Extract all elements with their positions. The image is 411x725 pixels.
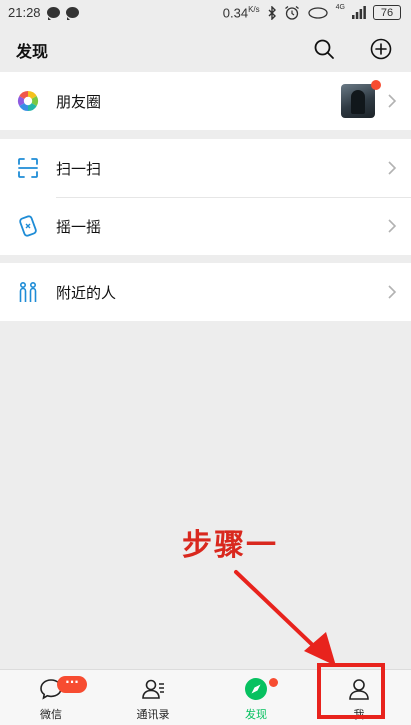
chevron-right-icon	[388, 285, 397, 299]
nearby-people-icon	[19, 281, 37, 302]
scan-icon	[18, 158, 38, 178]
moments-label: 朋友圈	[56, 93, 102, 111]
new-moments-dot	[371, 80, 381, 90]
message-notification-icon	[65, 7, 79, 20]
status-bar: 21:28 0.34K/s 4G 76	[0, 0, 411, 26]
tab-contacts[interactable]: 通讯录	[102, 670, 204, 725]
discover-notification-dot	[269, 678, 278, 687]
chevron-right-icon	[388, 161, 397, 175]
row-scan[interactable]: 扫一扫	[0, 139, 411, 197]
tab-me-highlight	[317, 663, 385, 719]
row-nearby-people[interactable]: 附近的人	[0, 263, 411, 321]
row-moments[interactable]: 朋友圈	[0, 72, 411, 130]
network-speed: 0.34K/s	[222, 5, 260, 21]
bluetooth-icon	[268, 5, 276, 20]
contacts-icon	[142, 679, 164, 699]
status-time: 21:28	[8, 5, 41, 20]
chevron-right-icon	[388, 94, 397, 108]
scan-label: 扫一扫	[56, 160, 102, 178]
tab-contacts-label: 通讯录	[136, 708, 170, 721]
nearby-group: 附近的人	[0, 263, 411, 321]
search-icon[interactable]	[312, 37, 336, 61]
moments-camera-icon	[17, 90, 39, 112]
tab-discover-label: 发现	[245, 708, 267, 721]
battery-icon: 76	[373, 5, 401, 21]
tab-chats[interactable]: ··· 微信	[0, 670, 102, 725]
add-circle-icon[interactable]	[369, 37, 393, 61]
signal-indicator: 4G	[335, 4, 345, 12]
message-notification-icon	[46, 7, 60, 20]
row-shake[interactable]: 摇一摇	[0, 197, 411, 255]
shake-icon	[19, 215, 37, 237]
moments-thumbnail	[341, 84, 375, 118]
sync-icon	[308, 7, 328, 19]
shake-label: 摇一摇	[56, 218, 102, 236]
alarm-icon	[284, 6, 299, 20]
unread-badge: ···	[57, 676, 87, 693]
page-title: 发现	[16, 42, 49, 61]
step-annotation-text: 步骤一	[182, 528, 278, 563]
signal-icon	[352, 6, 366, 20]
nearby-people-label: 附近的人	[56, 284, 117, 302]
moments-group: 朋友圈	[0, 72, 411, 130]
tab-discover[interactable]: 发现	[205, 670, 307, 725]
chevron-right-icon	[388, 219, 397, 233]
tools-group: 扫一扫 摇一摇	[0, 139, 411, 255]
tab-chats-label: 微信	[40, 708, 62, 721]
top-bar: 发现	[0, 26, 411, 72]
compass-icon	[245, 678, 267, 700]
